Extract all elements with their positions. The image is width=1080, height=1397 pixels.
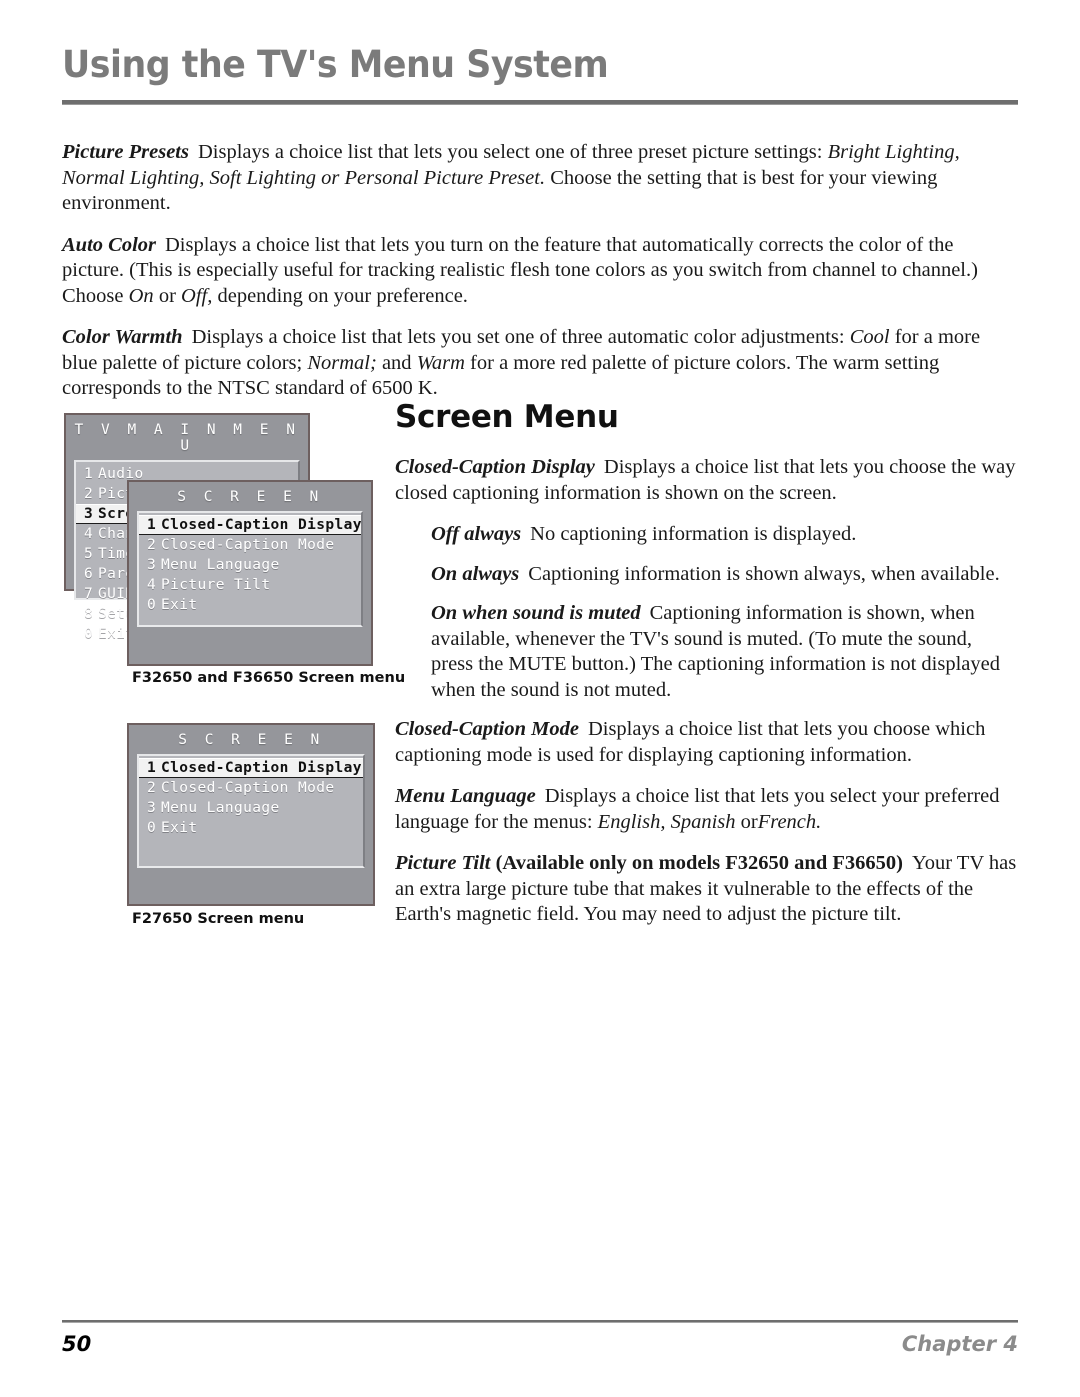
menu-item-number: 0 (84, 626, 94, 642)
screen-item-cc-mode[interactable]: 2 Closed-Caption Mode (139, 535, 361, 555)
screen-item-menu-language[interactable]: 3 Menu Language (139, 555, 361, 575)
term-menu-language: Menu Language (395, 785, 536, 807)
page-number: 50 (62, 1332, 92, 1356)
paragraph-on-when-muted: On when sound is muted Captioning informa… (395, 601, 1017, 703)
right-column: Screen Menu Closed-Caption Display Displa… (395, 402, 1017, 944)
paragraph-menu-language: Menu Language Displays a choice list that… (395, 784, 1017, 835)
figure-caption-f27650: F27650 Screen menu (132, 911, 305, 927)
term-on-always: On always (431, 562, 520, 585)
footer-divider (62, 1320, 1018, 1323)
paragraph-cc-display: Closed-Caption Display Displays a choice … (395, 455, 1017, 506)
auto-color-italic-on: On (128, 284, 154, 307)
page-title: Using the TV's Menu System (62, 43, 609, 86)
picture-presets-text-1: Displays a choice list that lets you sel… (197, 141, 823, 163)
menu-item-label: Closed-Caption Mode (161, 780, 335, 796)
menu-item-number: 5 (84, 546, 94, 562)
tv-screen-menu-title: S C R E E N (177, 489, 323, 505)
menu-item-number: 4 (147, 577, 157, 593)
on-always-text: Captioning information is shown always, … (528, 562, 1000, 585)
menu-item-number: 2 (147, 537, 157, 553)
menu-item-number: 3 (147, 800, 157, 816)
screen-item-cc-display[interactable]: 1 Closed-Caption Display (139, 758, 363, 778)
auto-color-italic-off: Off, (181, 284, 213, 307)
figure-caption-f32650: F32650 and F36650 Screen menu (132, 670, 406, 686)
menu-item-number: 2 (84, 486, 94, 502)
menu-item-label: Picture Tilt (161, 577, 271, 593)
term-cc-mode: Closed-Caption Mode (395, 718, 579, 740)
paragraph-off-always: Off always No captioning information is d… (395, 522, 1017, 548)
menu-language-italic-1: English, Spanish (597, 810, 736, 833)
term-color-warmth: Color Warmth (62, 326, 183, 348)
menu-item-number: 1 (84, 466, 94, 482)
section-heading-screen-menu: Screen Menu (395, 399, 619, 435)
intro-text-block: Picture Presets Displays a choice list th… (62, 140, 1017, 402)
menu-item-number: 2 (147, 780, 157, 796)
tv-main-menu-title: T V M A I N M E N U (74, 422, 300, 454)
menu-item-number: 0 (147, 820, 157, 836)
screen-item-cc-mode[interactable]: 2 Closed-Caption Mode (139, 778, 363, 798)
tv-screen-menu-panel-f32650: S C R E E N 1 Closed-Caption Display 2 Clo… (127, 480, 373, 666)
menu-item-number: 3 (84, 506, 94, 522)
menu-item-number: 8 (84, 606, 94, 622)
color-warmth-italic-cool: Cool (849, 326, 890, 348)
term-auto-color: Auto Color (62, 233, 156, 256)
color-warmth-italic-warm: Warm (416, 351, 465, 374)
paragraph-cc-mode: Closed-Caption Mode Displays a choice lis… (395, 717, 1017, 768)
paragraph-picture-presets: Picture Presets Displays a choice list th… (62, 140, 1017, 217)
header-divider (62, 100, 1018, 105)
menu-item-number: 1 (147, 760, 157, 776)
menu-item-label: Closed-Caption Mode (161, 537, 335, 553)
paragraph-on-always: On always Captioning information is shown… (395, 562, 1017, 588)
menu-language-text-or: or (740, 810, 758, 833)
color-warmth-italic-normal: Normal; (307, 351, 377, 374)
screen-item-picture-tilt[interactable]: 4 Picture Tilt (139, 575, 361, 595)
menu-item-label: Closed-Caption Display (161, 517, 362, 533)
color-warmth-text-3: and (381, 351, 412, 374)
term-off-always: Off always (431, 523, 522, 545)
off-always-text: No captioning information is displayed. (530, 523, 857, 545)
paragraph-auto-color: Auto Color Displays a choice list that le… (62, 233, 1017, 310)
screen-item-exit[interactable]: 0 Exit (139, 595, 361, 615)
paragraph-picture-tilt: Picture Tilt (Available only on models F… (395, 851, 1017, 928)
menu-item-number: 1 (147, 517, 157, 533)
chapter-label: Chapter 4 (901, 1332, 1018, 1356)
screen-item-exit[interactable]: 0 Exit (139, 818, 363, 838)
menu-item-label: Menu Language (161, 557, 280, 573)
tv-screen-menu-list: 1 Closed-Caption Display 2 Closed-Caption … (137, 511, 363, 627)
tv-screen-menu-panel-f27650: S C R E E N 1 Closed-Caption Display 2 Clo… (127, 723, 375, 906)
screen-item-menu-language[interactable]: 3 Menu Language (139, 798, 363, 818)
menu-item-number: 6 (84, 566, 94, 582)
term-cc-display: Closed-Caption Display (395, 456, 595, 478)
term-picture-tilt: Picture Tilt (395, 852, 491, 874)
menu-item-label: Closed-Caption Display (161, 760, 362, 776)
tv-screen-menu-list: 1 Closed-Caption Display 2 Closed-Caption … (137, 754, 365, 868)
menu-item-label: Exit (161, 820, 198, 836)
term-picture-presets: Picture Presets (62, 141, 189, 163)
paragraph-color-warmth: Color Warmth Displays a choice list that … (62, 325, 1017, 402)
menu-item-number: 3 (147, 557, 157, 573)
screen-item-cc-display[interactable]: 1 Closed-Caption Display (139, 515, 361, 535)
term-on-when-muted: On when sound is muted (431, 602, 641, 624)
menu-item-label: Exit (161, 597, 198, 613)
menu-item-label: Menu Language (161, 800, 280, 816)
menu-item-number: 0 (147, 597, 157, 613)
page-header: Using the TV's Menu System (62, 43, 1018, 86)
auto-color-text-2: depending on your preference. (217, 284, 468, 307)
menu-item-number: 7 (84, 586, 94, 602)
color-warmth-text-1: Displays a choice list that lets you set… (191, 326, 845, 348)
auto-color-text-or: or (158, 284, 176, 307)
menu-item-number: 4 (84, 526, 94, 542)
tv-screen-menu-title: S C R E E N (178, 732, 324, 748)
menu-language-italic-2: French. (757, 810, 822, 833)
term-picture-tilt-models: (Available only on models F32650 and F36… (495, 852, 903, 874)
